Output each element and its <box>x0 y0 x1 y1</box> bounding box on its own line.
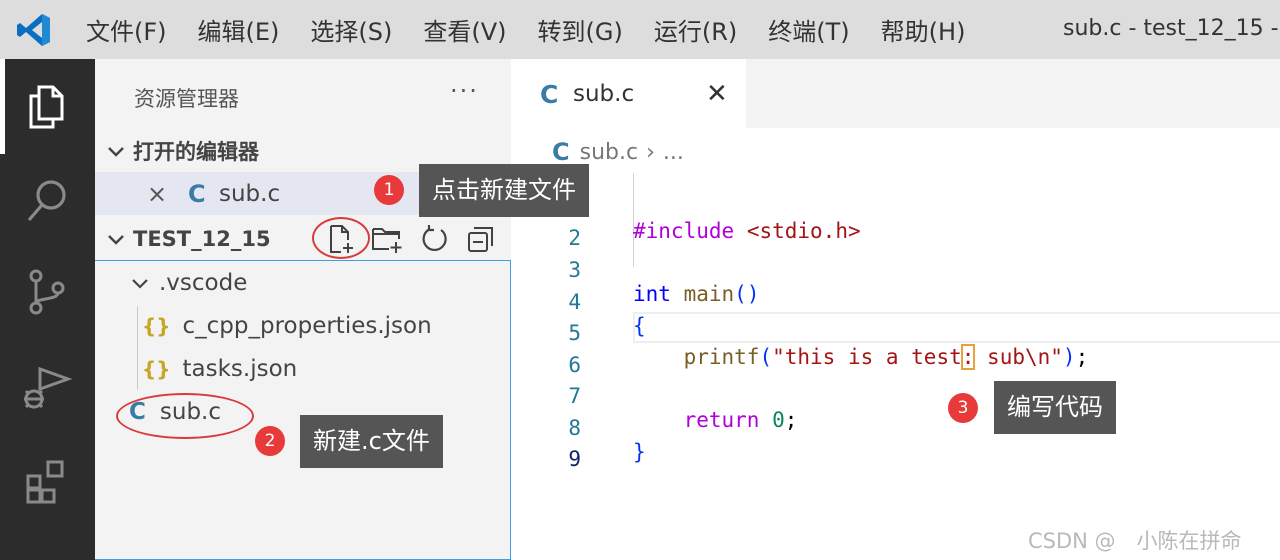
folder-label: TEST_12_15 <box>133 227 271 251</box>
more-actions-button[interactable]: ··· <box>450 77 479 105</box>
code-line: 1 #include <stdio.h> <box>511 171 1280 243</box>
tree-folder-label: .vscode <box>159 270 248 296</box>
code-line: 3 int main() <box>511 234 1280 306</box>
collapse-all-icon[interactable] <box>464 222 498 256</box>
breadcrumb: C sub.c › ... <box>552 138 684 166</box>
c-file-icon: C <box>188 180 206 208</box>
extensions-icon[interactable] <box>20 454 74 508</box>
code-line: 9 <box>511 423 1280 471</box>
code-line: 6 <box>511 329 1280 377</box>
breadcrumb-separator-icon: › <box>646 139 655 165</box>
refresh-icon[interactable] <box>417 222 451 256</box>
indent-guide <box>137 306 138 390</box>
menu-file[interactable]: 文件(F) <box>86 12 167 47</box>
tab-sub-c[interactable]: C sub.c ✕ <box>511 59 746 128</box>
tree-folder-vscode[interactable]: .vscode <box>129 263 247 303</box>
new-file-highlight <box>312 217 370 259</box>
close-tab-icon[interactable]: ✕ <box>706 79 728 109</box>
title-bar: 文件(F) 编辑(E) 选择(S) 查看(V) 转到(G) 运行(R) 终端(T… <box>0 0 1280 59</box>
step-badge-2: 2 <box>255 426 285 456</box>
step-badge-3: 3 <box>948 393 978 423</box>
tree-file-label: tasks.json <box>182 356 298 382</box>
active-indicator <box>0 59 5 154</box>
tree-file-label: c_cpp_properties.json <box>182 313 432 339</box>
explorer-icon[interactable] <box>20 79 74 133</box>
code-line: 5 printf("this is a test: sub\n"); <box>511 297 1280 370</box>
explorer-sidebar: 资源管理器 ··· 打开的编辑器 × C sub.c TEST_12_15 .v… <box>95 59 511 560</box>
chevron-down-icon <box>132 279 148 289</box>
menu-go[interactable]: 转到(G) <box>538 12 623 47</box>
json-file-icon: {} <box>142 314 171 338</box>
watermark: CSDN @ 小陈在拼命 <box>1028 529 1242 553</box>
activity-bar <box>0 59 95 560</box>
c-file-icon: C <box>552 138 570 166</box>
new-folder-icon[interactable] <box>370 222 404 256</box>
tree-file-c-cpp-properties[interactable]: {} c_cpp_properties.json <box>142 306 432 346</box>
step-badge-1: 1 <box>374 175 404 205</box>
tab-strip: C sub.c ✕ <box>511 59 1280 128</box>
source-control-icon[interactable] <box>20 264 74 318</box>
menu-terminal[interactable]: 终端(T) <box>768 12 849 47</box>
run-debug-icon[interactable] <box>20 359 74 413</box>
open-editor-filename: sub.c <box>219 181 281 207</box>
editor-area: C sub.c ✕ C sub.c › ... 1 #include <stdi… <box>511 59 1280 560</box>
menu-bar: 文件(F) 编辑(E) 选择(S) 查看(V) 转到(G) 运行(R) 终端(T… <box>86 0 996 59</box>
tab-label: sub.c <box>573 81 635 107</box>
explorer-title: 资源管理器 <box>134 87 239 111</box>
code-line: 2 <box>511 202 1280 250</box>
code-line: 8 } <box>511 392 1280 464</box>
menu-help[interactable]: 帮助(H) <box>881 12 966 47</box>
breadcrumb-file[interactable]: sub.c <box>580 140 638 165</box>
new-c-file-highlight <box>116 393 254 439</box>
chevron-down-icon <box>108 235 124 245</box>
callout-step-3: 编写代码 <box>994 381 1116 434</box>
callout-step-1: 点击新建文件 <box>419 164 589 217</box>
menu-selection[interactable]: 选择(S) <box>310 12 392 47</box>
json-file-icon: {} <box>142 357 171 381</box>
code-line: 4 { <box>511 266 1280 338</box>
menu-run[interactable]: 运行(R) <box>654 12 737 47</box>
search-icon[interactable] <box>20 174 74 228</box>
window-title: sub.c - test_12_15 - V <box>1063 16 1280 41</box>
tree-file-tasks[interactable]: {} tasks.json <box>142 349 297 389</box>
menu-view[interactable]: 查看(V) <box>423 12 506 47</box>
c-file-icon: C <box>540 80 559 109</box>
chevron-down-icon <box>108 147 124 157</box>
menu-edit[interactable]: 编辑(E) <box>198 12 280 47</box>
code-line: 7 return 0; <box>511 360 1280 432</box>
callout-step-2: 新建.c文件 <box>300 415 443 468</box>
close-editor-icon[interactable]: × <box>147 180 167 208</box>
line-number: 9 <box>568 447 581 471</box>
vscode-logo-icon <box>17 14 50 46</box>
breadcrumb-more[interactable]: ... <box>663 140 684 165</box>
open-editors-label: 打开的编辑器 <box>133 140 259 164</box>
